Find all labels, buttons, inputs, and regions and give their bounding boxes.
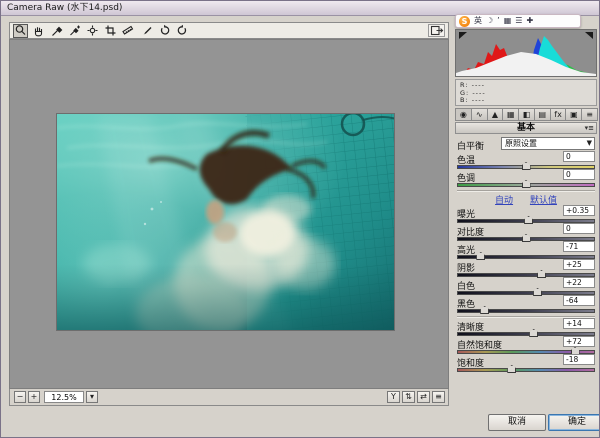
b-channel-label: B: [460,96,469,104]
slider-thumb[interactable] [476,252,485,260]
toggle-fullscreen-icon[interactable] [428,24,445,37]
panel-tabs: ◉ ∿ ▲ ▦ ◧ ▤ fx ▣ ≡ [455,108,597,121]
slider-value-field[interactable]: 0 [563,169,595,180]
rotate-left-icon[interactable] [157,24,172,38]
preview-toggle-icon[interactable]: Y [387,391,400,403]
tab-hsl-grayscale[interactable]: ▦ [502,108,519,121]
preview-controls: Y ⇅ ⇄ ≡ [387,391,445,403]
tab-presets[interactable]: ≡ [581,108,598,121]
preview-image[interactable] [56,113,395,331]
slider-value-field[interactable]: -64 [563,295,595,306]
slider-thumb[interactable] [522,162,531,170]
white-balance-tool-icon[interactable] [49,24,64,38]
slider-thumb[interactable] [533,288,542,296]
tools-toolbar [9,22,449,39]
language-toggle-icon[interactable]: 英 [474,15,482,27]
slider-value-field[interactable]: 0 [563,151,595,162]
zoom-tool-icon[interactable] [13,24,28,38]
hand-tool-icon[interactable] [31,24,46,38]
view-menu-icon[interactable]: ≡ [432,391,445,403]
crop-tool-icon[interactable] [103,24,118,38]
slider-tint: 色调 0 [457,171,595,189]
chevron-down-icon: ▼ [587,138,592,149]
tab-tone-curve[interactable]: ∿ [471,108,488,121]
slider-value-field[interactable]: +25 [563,259,595,270]
highlight-clipping-icon [585,32,593,39]
section-header: 基本 ▾≡ [455,122,597,134]
adjustments-panel: S 英 ☽ ’ ▦ ☰ ✚ R: --- [453,17,599,409]
slider-value-field[interactable]: 0 [563,223,595,234]
slider-value-field[interactable]: +72 [563,336,595,347]
slider-value-field[interactable]: +0.35 [563,205,595,216]
slider-thumb[interactable] [522,180,531,188]
tab-lens-corrections[interactable]: ▤ [534,108,551,121]
white-balance-row: 白平衡 原照设置 ▼ [457,137,595,151]
rgb-readout: R: ---- G: ---- B: ---- [455,79,597,106]
preview-canvas[interactable] [9,39,449,389]
zoom-level-value: 12.5% [44,391,84,403]
slider-saturation: 饱和度 -18 [457,356,595,374]
adjustment-brush-tool-icon[interactable] [139,24,154,38]
slider-blacks: 黑色 -64 [457,297,595,315]
zoom-level-dropdown[interactable]: ▾ [86,391,98,403]
ime-toolbar[interactable]: S 英 ☽ ’ ▦ ☰ ✚ [455,14,581,28]
targeted-adjustment-tool-icon[interactable] [85,24,100,38]
slider-thumb[interactable] [507,365,516,373]
tab-split-toning[interactable]: ◧ [518,108,535,121]
straighten-tool-icon[interactable] [121,24,136,38]
soft-keyboard-icon[interactable]: ▦ [504,15,512,27]
b-channel-value: ---- [472,96,485,104]
fullwidth-toggle-icon[interactable]: ☽ [486,15,493,27]
auto-link[interactable]: 自动 [495,196,513,206]
swap-settings-icon[interactable]: ⇄ [417,391,430,403]
histogram [455,29,597,77]
shadow-clipping-icon [459,32,467,39]
slider-thumb[interactable] [524,216,533,224]
zoom-in-button[interactable]: + [28,391,40,403]
default-link[interactable]: 默认值 [530,196,557,206]
window-title: Camera Raw (水下14.psd) [7,3,122,13]
slider-value-field[interactable]: -71 [563,241,595,252]
tab-camera-calibration[interactable]: ▣ [565,108,582,121]
white-balance-select[interactable]: 原照设置 ▼ [501,137,595,150]
before-after-icon[interactable]: ⇅ [402,391,415,403]
slider-thumb[interactable] [537,270,546,278]
sogou-logo-icon[interactable]: S [459,16,470,27]
camera-raw-dialog: Camera Raw (水下14.psd) [0,0,600,438]
white-balance-value: 原照设置 [505,139,537,148]
zoom-out-button[interactable]: − [14,391,26,403]
color-sampler-tool-icon[interactable] [67,24,82,38]
slider-value-field[interactable]: +22 [563,277,595,288]
rotate-right-icon[interactable] [175,24,190,38]
ime-settings-icon[interactable]: ✚ [526,15,533,27]
cancel-button[interactable]: 取消 [488,414,546,431]
ok-button[interactable]: 确定 [548,414,600,431]
slider-value-field[interactable]: -18 [563,354,595,365]
divider [457,190,595,192]
section-title: 基本 [517,123,535,133]
slider-value-field[interactable]: +14 [563,318,595,329]
white-balance-label: 白平衡 [457,139,484,152]
punctuation-toggle-icon[interactable]: ’ [497,15,500,27]
tab-effects[interactable]: fx [550,108,567,121]
slider-thumb[interactable] [522,234,531,242]
slider-thumb[interactable] [529,329,538,337]
tab-detail[interactable]: ▲ [487,108,504,121]
slider-thumb[interactable] [480,306,489,314]
status-bar: − + 12.5% ▾ Y ⇅ ⇄ ≡ [9,389,449,406]
tab-basic[interactable]: ◉ [455,108,472,121]
slider-track[interactable] [457,368,595,372]
slider-track[interactable] [457,309,595,313]
ime-menu-icon[interactable]: ☰ [515,15,522,27]
section-menu-icon[interactable]: ▾≡ [585,123,594,134]
